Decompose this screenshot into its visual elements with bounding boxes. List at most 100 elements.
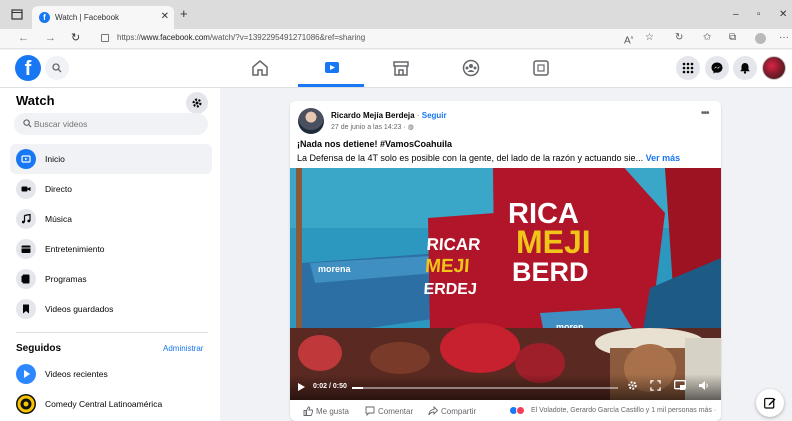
close-window-button[interactable]: ✕ [779,10,787,20]
nav-tab-marketplace[interactable] [367,50,433,87]
facebook-search-button[interactable] [45,56,69,80]
see-more-link[interactable]: Ver más [646,153,681,163]
gaming-icon [533,60,549,76]
post-date[interactable]: 27 de junio a las 14:23 · ◍ [331,123,414,131]
video-frame: morena RICAR MEJI ERDEJ RICA MEJI BERD m… [290,168,721,400]
address-bar-row: ← → ↻ https://www.facebook.com/watch/?v=… [0,29,792,49]
banner-left-line3: ERDEJ [423,281,477,298]
nav-tab-watch[interactable] [298,50,364,87]
messenger-icon [711,62,723,74]
favorite-star-icon[interactable]: ☆ [645,32,654,44]
sidebar-item-inicio[interactable]: Inicio [10,144,212,174]
collections-icon[interactable]: ⧉ [729,32,736,44]
home-icon [252,60,268,76]
sidebar-item-musica[interactable]: Música [10,204,212,234]
sidebar-item-videos-guardados[interactable]: Videos guardados [10,294,212,324]
refresh-page-icon[interactable]: ↻ [675,32,683,44]
groups-icon [462,59,480,77]
video-progress-bar[interactable] [352,387,618,389]
messenger-button[interactable] [705,56,729,80]
follow-link[interactable]: Seguir [422,111,447,120]
back-icon[interactable]: ← [18,32,29,44]
refresh-icon[interactable]: ↻ [71,32,80,44]
reactions-text-line: El Voladote, Gerardo García Castillo y 1… [531,407,716,414]
settings-icon[interactable] [627,380,638,391]
recent-videos-icon [16,364,36,384]
notifications-button[interactable] [733,56,757,80]
account-avatar[interactable] [762,56,786,80]
forward-icon[interactable]: → [45,32,56,44]
favorites-bar-icon[interactable]: ✩ [703,32,711,44]
post-actions: Me gusta Comentar Compartir El Voladote,… [290,402,721,421]
bell-icon [740,63,750,74]
following-item-label: Videos recientes [45,369,108,379]
menu-grid-icon [682,62,694,74]
more-icon[interactable]: ··· [779,32,789,44]
post-options-button[interactable]: ••• [701,108,709,119]
following-item-comedy-central[interactable]: Comedy Central Latinoamérica [10,389,212,419]
post-header: Ricardo Mejía Berdeja · Seguir [331,111,447,120]
following-item-recent-videos[interactable]: Videos recientes [10,359,212,389]
video-controls: 0:02 / 0:50 [290,374,721,400]
mini-player-icon[interactable] [674,380,686,391]
watch-icon [325,62,339,73]
video-player[interactable]: morena RICAR MEJI ERDEJ RICA MEJI BERD m… [290,168,721,400]
separator-dot: · [416,111,420,120]
reactions-summary[interactable] [509,405,525,415]
nav-tab-groups[interactable] [437,50,503,87]
maximize-button[interactable]: ▫ [757,10,761,20]
morena-umbrella-left-text: morena [318,264,352,274]
read-aloud-icon[interactable]: Aʌ [624,32,633,47]
facebook-header: f [0,50,792,88]
new-tab-button[interactable]: + [180,7,188,20]
browser-tab-watch[interactable]: f Watch | Facebook ✕ [32,6,174,29]
url-host: www.facebook.com [141,33,210,42]
watch-settings-button[interactable] [186,92,208,114]
lock-icon[interactable] [101,34,109,42]
reactions-text[interactable]: El Voladote, Gerardo García Castillo y 1… [531,407,712,414]
nav-tab-home[interactable] [226,50,292,87]
comment-button[interactable]: Comentar [365,406,413,417]
browser-tab-strip: f Watch | Facebook ✕ + – ▫ ✕ [0,0,792,29]
like-icon [303,406,314,416]
sidebar-item-label: Directo [45,184,72,194]
tab-actions-icon[interactable] [11,9,23,20]
tab-close-icon[interactable]: ✕ [161,11,169,22]
sidebar-item-directo[interactable]: Directo [10,174,212,204]
new-message-button[interactable] [756,389,784,417]
share-button[interactable]: Compartir [428,405,476,416]
sidebar-divider [16,332,208,333]
url-field[interactable]: https://www.facebook.com/watch/?v=139229… [117,33,365,42]
following-title: Seguidos [16,343,62,354]
marketplace-icon [393,61,409,76]
banner-left-line1: RICAR [426,235,481,254]
comedy-central-icon [16,394,36,414]
video-search-box[interactable] [14,113,208,135]
author-avatar[interactable] [298,108,324,134]
reactions-separator: · [711,407,717,414]
gear-icon [192,98,202,108]
video-time: 0:02 / 0:50 [313,383,347,390]
menu-button[interactable] [676,56,700,80]
sidebar-item-entretenimiento[interactable]: Entretenimiento [10,234,212,264]
manage-link[interactable]: Administrar [163,344,203,353]
saved-icon [16,299,36,319]
facebook-logo-icon[interactable]: f [15,55,41,81]
like-button[interactable]: Me gusta [303,406,349,416]
share-icon [428,405,439,416]
volume-icon[interactable] [698,380,710,391]
banner-left-line2: MEJI [424,256,470,277]
entertainment-icon [16,239,36,259]
banner-right-line3: BERD [512,257,589,287]
fullscreen-icon[interactable] [650,380,661,391]
sidebar-item-label: Inicio [45,154,65,164]
nav-tab-gaming[interactable] [507,50,573,87]
author-name[interactable]: Ricardo Mejía Berdeja [331,111,415,120]
url-prefix: https:// [117,33,142,42]
video-search-input[interactable] [34,116,194,132]
music-icon [16,209,36,229]
minimize-button[interactable]: – [733,10,739,20]
sidebar-item-programas[interactable]: Programas [10,264,212,294]
play-icon[interactable] [298,383,305,391]
profile-icon[interactable] [755,33,766,44]
